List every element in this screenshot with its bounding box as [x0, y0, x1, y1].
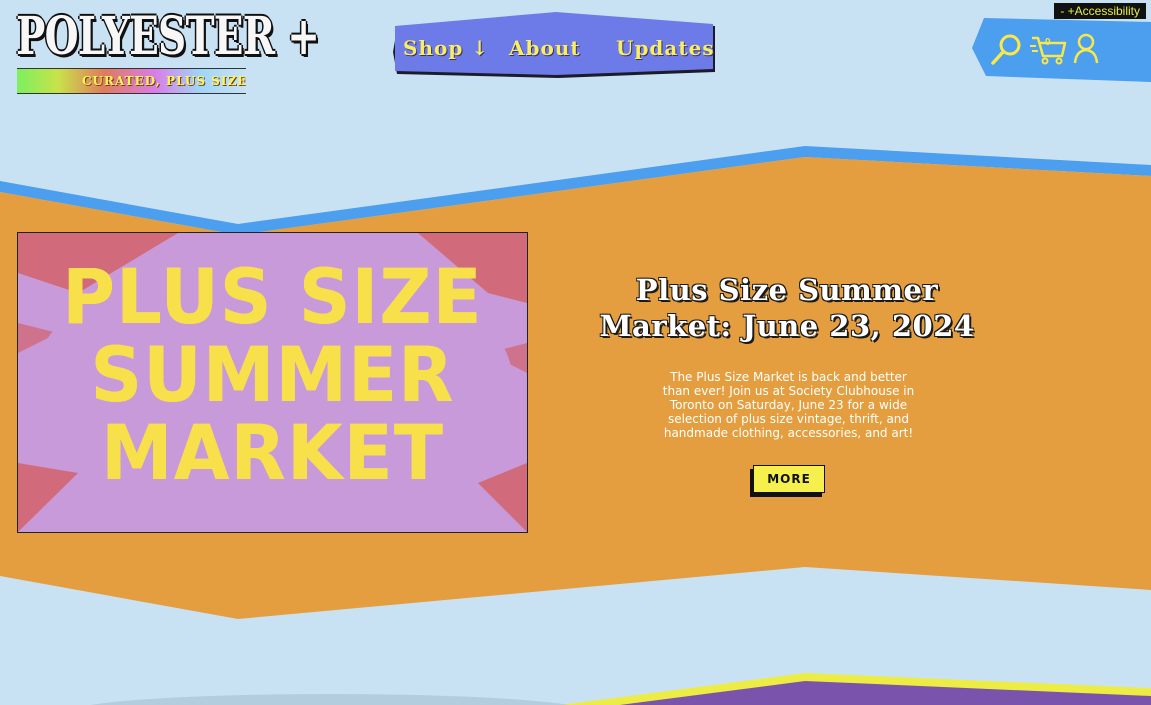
- promo-line-3: MARKET: [101, 408, 444, 498]
- nav-about[interactable]: About: [509, 36, 581, 60]
- header-icons: 0: [972, 18, 1151, 82]
- nav-shop[interactable]: Shop ↓: [403, 36, 489, 60]
- main-nav: Shop ↓ About Updates: [393, 12, 715, 78]
- cart-icon[interactable]: 0: [1030, 32, 1068, 66]
- cart-count: 0: [1045, 37, 1051, 48]
- promo-line-1: PLUS SIZE: [62, 252, 483, 342]
- nav-updates[interactable]: Updates: [616, 36, 715, 60]
- promo-line-2: SUMMER: [90, 330, 455, 420]
- logo-title: POLYESTER +: [16, 6, 320, 67]
- logo-tagline: CURATED, PLUS SIZE VINTAGE: [82, 74, 246, 88]
- bottom-shadow: [90, 694, 570, 705]
- logo-tagline-strip: CURATED, PLUS SIZE VINTAGE: [17, 68, 246, 94]
- account-icon[interactable]: [1072, 32, 1106, 66]
- hero-description: The Plus Size Market is back and better …: [662, 370, 915, 440]
- accessibility-button[interactable]: - +Accessibility: [1054, 3, 1146, 19]
- promo-image-text: PLUS SIZE SUMMER MARKET: [18, 252, 527, 498]
- more-button[interactable]: MORE: [753, 465, 825, 493]
- promo-image[interactable]: PLUS SIZE SUMMER MARKET: [17, 232, 528, 533]
- site-logo[interactable]: POLYESTER + CURATED, PLUS SIZE VINTAGE: [14, 8, 320, 94]
- search-icon[interactable]: [990, 32, 1024, 66]
- hero-headline: Plus Size Summer Market: June 23, 2024: [599, 273, 975, 343]
